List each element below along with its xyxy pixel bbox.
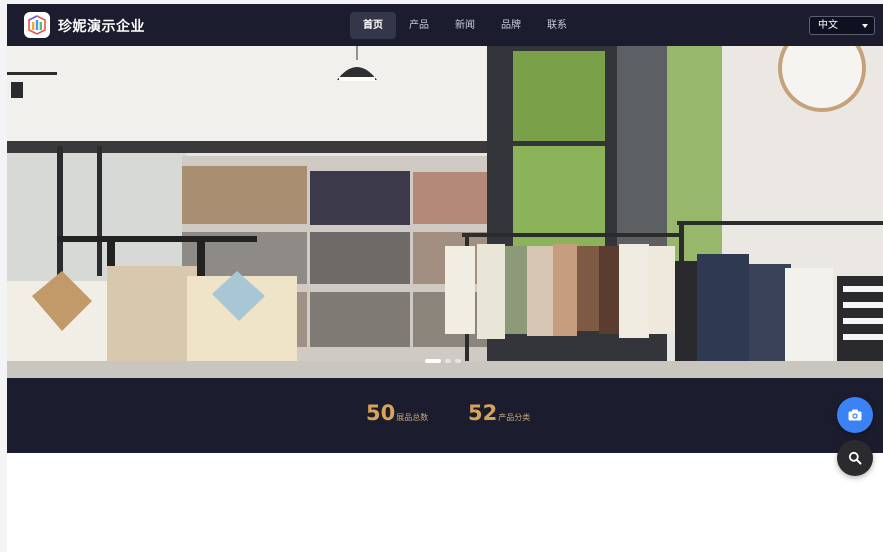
stat-exhibits: 50 展品总数 — [366, 401, 428, 425]
camera-icon — [848, 409, 862, 421]
hero-banner[interactable] — [7, 46, 883, 378]
chevron-down-icon — [862, 24, 868, 28]
nav-item-home[interactable]: 首页 — [350, 12, 396, 39]
page: 珍妮演示企业 首页 产品 新闻 品牌 联系 中文 50 展品总数 52 产品分类 — [7, 4, 883, 552]
nav-item-products[interactable]: 产品 — [396, 12, 442, 39]
carousel-dot-1[interactable] — [425, 359, 441, 363]
brand-logo[interactable] — [24, 12, 50, 38]
screen-frame: 珍妮演示企业 首页 产品 新闻 品牌 联系 中文 50 展品总数 52 产品分类 — [0, 0, 883, 552]
carousel-dot-3[interactable] — [455, 359, 461, 363]
stats-bar: 50 展品总数 52 产品分类 — [7, 378, 883, 453]
stat-categories-number: 52 — [468, 401, 498, 425]
main-nav: 首页 产品 新闻 品牌 联系 — [350, 12, 580, 39]
showroom-image — [7, 46, 883, 378]
camera-search-button[interactable] — [837, 397, 873, 433]
content-area — [7, 453, 883, 552]
stat-categories-label: 产品分类 — [498, 413, 531, 422]
nav-item-contact[interactable]: 联系 — [534, 12, 580, 39]
logo-mark-icon — [28, 15, 46, 35]
stat-categories: 52 产品分类 — [468, 401, 530, 425]
language-select[interactable]: 中文 — [809, 16, 875, 35]
carousel-dots — [425, 359, 461, 363]
brand-name[interactable]: 珍妮演示企业 — [58, 16, 145, 36]
language-select-value: 中文 — [818, 20, 838, 31]
stat-exhibits-number: 50 — [366, 401, 396, 425]
site-header: 珍妮演示企业 首页 产品 新闻 品牌 联系 中文 — [7, 4, 883, 46]
nav-item-news[interactable]: 新闻 — [442, 12, 488, 39]
nav-item-brand[interactable]: 品牌 — [488, 12, 534, 39]
search-icon — [848, 451, 862, 465]
search-button[interactable] — [837, 440, 873, 476]
stat-exhibits-label: 展品总数 — [396, 413, 429, 422]
carousel-dot-2[interactable] — [445, 359, 451, 363]
